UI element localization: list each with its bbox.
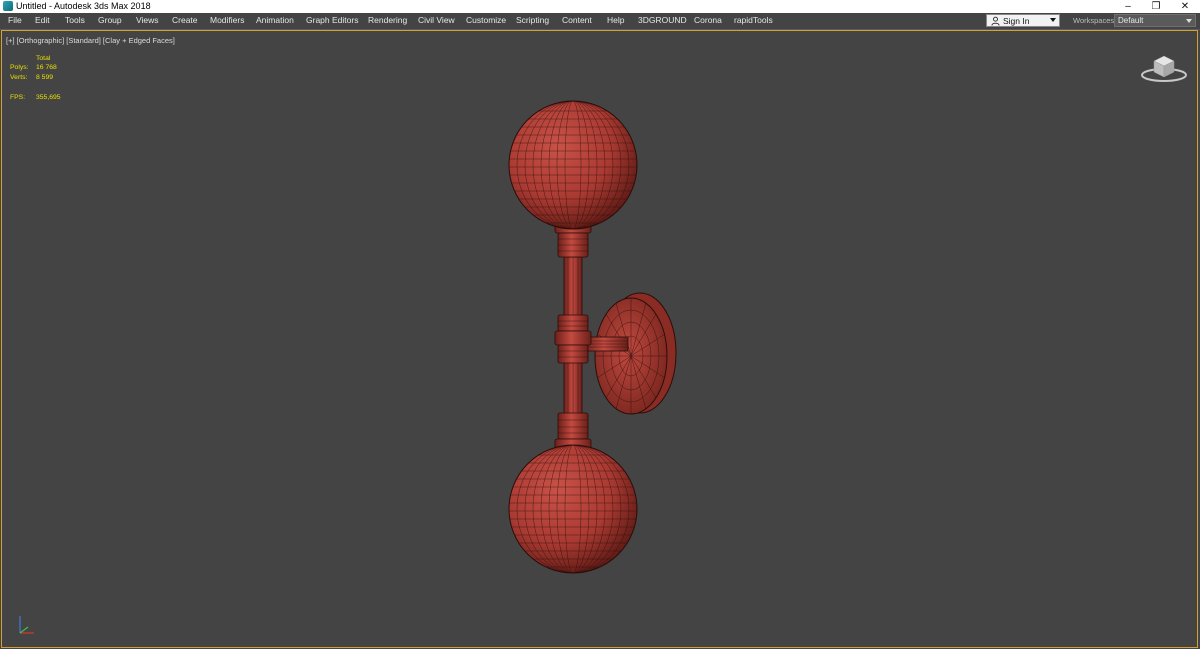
workspaces-select[interactable]: Default bbox=[1114, 14, 1196, 27]
menu-views[interactable]: Views bbox=[136, 15, 159, 25]
menu-3dground[interactable]: 3DGROUND bbox=[638, 15, 687, 25]
workspaces-label: Workspaces: bbox=[1073, 16, 1117, 25]
restore-button[interactable]: ❐ bbox=[1143, 0, 1169, 13]
menu-graph-editors[interactable]: Graph Editors bbox=[306, 15, 358, 25]
sconce-model[interactable] bbox=[2, 31, 1198, 648]
menu-customize[interactable]: Customize bbox=[466, 15, 506, 25]
menu-group[interactable]: Group bbox=[98, 15, 122, 25]
menu-tools[interactable]: Tools bbox=[65, 15, 85, 25]
chevron-down-icon bbox=[1186, 19, 1192, 23]
axis-tripod-icon bbox=[19, 616, 34, 634]
menu-help[interactable]: Help bbox=[607, 15, 624, 25]
menu-modifiers[interactable]: Modifiers bbox=[210, 15, 244, 25]
menu-content[interactable]: Content bbox=[562, 15, 592, 25]
menu-civil-view[interactable]: Civil View bbox=[418, 15, 455, 25]
sign-in-label: Sign In bbox=[1003, 16, 1030, 26]
sign-in-dropdown[interactable]: Sign In bbox=[986, 14, 1060, 27]
chevron-down-icon bbox=[1050, 18, 1056, 22]
title-bar: Untitled - Autodesk 3ds Max 2018 – ❐ ✕ bbox=[0, 0, 1200, 13]
menu-animation[interactable]: Animation bbox=[256, 15, 294, 25]
menu-edit[interactable]: Edit bbox=[35, 15, 50, 25]
window-title: Untitled - Autodesk 3ds Max 2018 bbox=[16, 1, 151, 11]
menu-create[interactable]: Create bbox=[172, 15, 198, 25]
minimize-button[interactable]: – bbox=[1115, 0, 1141, 13]
3dsmax-logo-icon bbox=[3, 1, 13, 11]
user-icon bbox=[991, 16, 1000, 26]
menu-rapidtools[interactable]: rapidTools bbox=[734, 15, 773, 25]
menu-file[interactable]: File bbox=[8, 15, 22, 25]
workspaces-value: Default bbox=[1118, 16, 1144, 25]
menu-scripting[interactable]: Scripting bbox=[516, 15, 549, 25]
menu-corona[interactable]: Corona bbox=[694, 15, 722, 25]
menu-rendering[interactable]: Rendering bbox=[368, 15, 407, 25]
viewport-perspective[interactable]: [+] [Orthographic] [Standard] [Clay + Ed… bbox=[1, 30, 1198, 648]
close-button[interactable]: ✕ bbox=[1172, 0, 1198, 13]
